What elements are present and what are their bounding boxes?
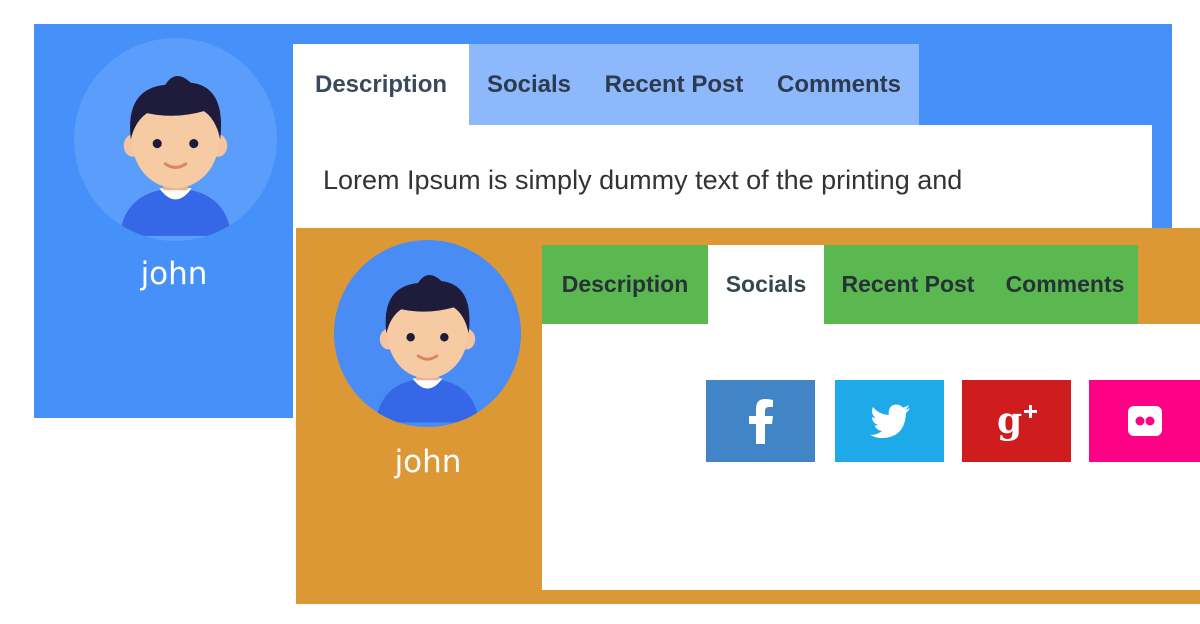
facebook-icon <box>748 399 773 444</box>
user-name: john <box>394 444 462 480</box>
tab-comments[interactable]: Comments <box>759 44 919 125</box>
profile-card-orange: john Description Socials Recent Post Com… <box>296 228 1200 604</box>
user-avatar-icon <box>119 76 232 236</box>
tab-description[interactable]: Description <box>542 245 708 324</box>
tab-recent-post[interactable]: Recent Post <box>589 44 759 125</box>
google-plus-button[interactable]: g <box>962 380 1071 462</box>
tab-bar: Description Socials Recent Post Comments <box>293 44 919 127</box>
avatar <box>334 240 521 427</box>
twitter-icon <box>869 404 910 438</box>
user-avatar-icon <box>376 275 479 423</box>
svg-text:g: g <box>997 401 1022 441</box>
tab-bar: Description Socials Recent Post Comments <box>542 245 1138 326</box>
tab-socials[interactable]: Socials <box>708 245 824 326</box>
twitter-button[interactable] <box>835 380 944 462</box>
flickr-icon <box>1127 406 1162 436</box>
avatar <box>74 38 277 241</box>
description-text: Lorem Ipsum is simply dummy text of the … <box>323 165 963 195</box>
tab-socials[interactable]: Socials <box>469 44 589 125</box>
google-plus-icon: g <box>997 401 1037 441</box>
tab-description[interactable]: Description <box>293 44 469 127</box>
facebook-button[interactable] <box>706 380 815 462</box>
tab-comments[interactable]: Comments <box>992 245 1138 324</box>
flickr-button[interactable] <box>1089 380 1200 462</box>
tab-panel-socials: g <box>542 324 1200 590</box>
tab-recent-post[interactable]: Recent Post <box>824 245 992 324</box>
user-name: john <box>140 256 208 292</box>
